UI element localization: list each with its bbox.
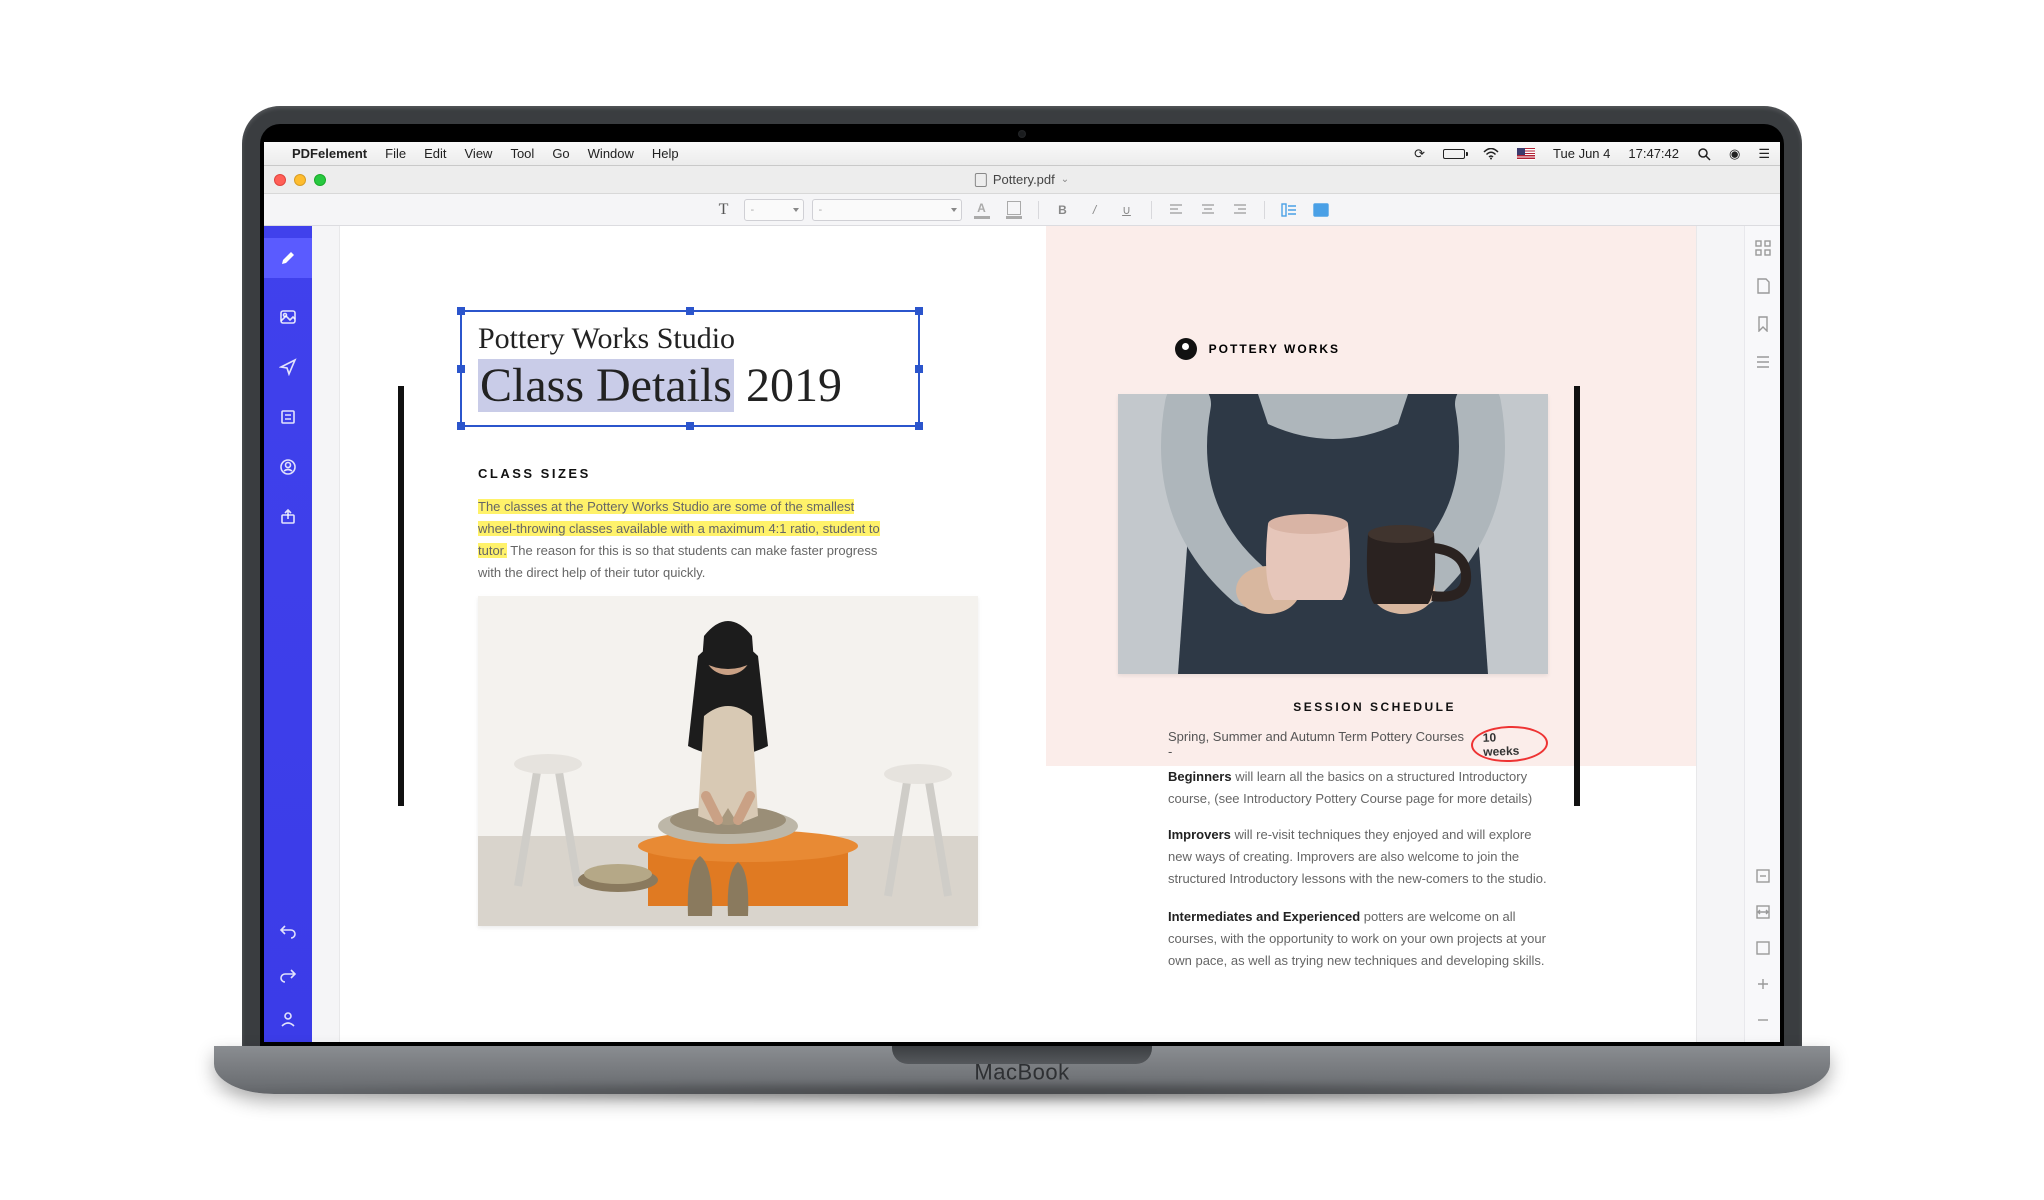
page-panel-button[interactable] <box>1755 278 1771 294</box>
underline-button[interactable]: ∪ <box>1115 198 1139 222</box>
macos-menubar: PDFelement File Edit View Tool Go Window… <box>264 142 1780 166</box>
edit-tool[interactable] <box>264 238 312 278</box>
align-center-button[interactable] <box>1196 198 1220 222</box>
redo-button[interactable] <box>277 964 299 986</box>
session-term-text: Spring, Summer and Autumn Term Pottery C… <box>1168 729 1471 759</box>
input-source-flag-icon[interactable] <box>1517 148 1535 160</box>
improvers-label: Improvers <box>1168 827 1231 842</box>
document-canvas[interactable]: Pottery Works Studio Class Details 2019 … <box>312 226 1744 1042</box>
highlight-color-button[interactable] <box>1002 198 1026 222</box>
menu-tool[interactable]: Tool <box>510 146 534 161</box>
format-toolbar: T - - A B / ∪ <box>264 194 1780 226</box>
menu-app-name[interactable]: PDFelement <box>292 146 367 161</box>
export-tool[interactable] <box>277 506 299 528</box>
menubar-date[interactable]: Tue Jun 4 <box>1553 146 1610 161</box>
macbook-screen: PDFelement File Edit View Tool Go Window… <box>264 142 1780 1042</box>
menu-file[interactable]: File <box>385 146 406 161</box>
paragraph-indent-button[interactable] <box>1277 198 1301 222</box>
window-titlebar: Pottery.pdf ⌄ <box>264 166 1780 194</box>
font-color-button[interactable]: A <box>970 198 994 222</box>
battery-icon[interactable] <box>1443 149 1465 159</box>
zoom-width-button[interactable] <box>1755 904 1771 920</box>
spotlight-icon[interactable] <box>1697 147 1711 161</box>
siri-icon[interactable]: ◉ <box>1729 146 1740 162</box>
class-sizes-paragraph: The classes at the Pottery Works Studio … <box>478 496 888 584</box>
menu-edit[interactable]: Edit <box>424 146 446 161</box>
zoom-in-button[interactable] <box>1755 976 1771 992</box>
title-text-box-selected[interactable]: Pottery Works Studio Class Details 2019 <box>460 310 920 427</box>
document-icon <box>975 173 987 187</box>
menu-help[interactable]: Help <box>652 146 679 161</box>
left-toolbar <box>264 226 312 1042</box>
wifi-icon[interactable] <box>1483 148 1499 160</box>
menubar-time[interactable]: 17:47:42 <box>1628 146 1679 161</box>
photo-pottery-wheel <box>478 596 978 926</box>
window-title: Pottery.pdf <box>993 172 1055 187</box>
sync-icon[interactable]: ⟳ <box>1414 146 1425 162</box>
text-tool-button[interactable]: T <box>712 198 736 222</box>
paragraph-block-button[interactable] <box>1309 198 1333 222</box>
menu-go[interactable]: Go <box>552 146 569 161</box>
align-right-button[interactable] <box>1228 198 1252 222</box>
pdf-page: Pottery Works Studio Class Details 2019 … <box>340 226 1696 1042</box>
title-highlighted-text: Class Details <box>478 359 734 412</box>
crop-mark-right <box>1574 386 1580 806</box>
advanced-label: Intermediates and Experienced <box>1168 909 1360 924</box>
window-minimize-button[interactable] <box>294 174 306 186</box>
document-title: Class Details 2019 <box>478 358 902 413</box>
form-tool[interactable] <box>277 406 299 428</box>
title-dropdown-icon[interactable]: ⌄ <box>1061 174 1069 185</box>
brand-logo-icon <box>1175 338 1197 360</box>
advanced-paragraph: Intermediates and Experienced potters ar… <box>1168 906 1548 972</box>
notifications-icon[interactable]: ☰ <box>1758 146 1770 162</box>
improvers-paragraph: Improvers will re-visit techniques they … <box>1168 824 1548 890</box>
crop-mark-left <box>398 386 404 806</box>
menu-view[interactable]: View <box>465 146 493 161</box>
menu-window[interactable]: Window <box>588 146 634 161</box>
bookmarks-panel-button[interactable] <box>1755 316 1771 332</box>
zoom-fit-button[interactable] <box>1755 868 1771 884</box>
protect-tool[interactable] <box>277 456 299 478</box>
window-maximize-button[interactable] <box>314 174 326 186</box>
bold-button[interactable]: B <box>1051 198 1075 222</box>
beginners-paragraph: Beginners will learn all the basics on a… <box>1168 766 1548 810</box>
font-family-select[interactable]: - <box>812 199 962 221</box>
undo-button[interactable] <box>277 920 299 942</box>
brand-block: POTTERY WORKS <box>1175 338 1340 360</box>
studio-name: Pottery Works Studio <box>478 322 902 356</box>
window-close-button[interactable] <box>274 174 286 186</box>
photo-mugs <box>1118 394 1548 674</box>
thumbnails-panel-button[interactable] <box>1755 240 1771 256</box>
font-size-select[interactable]: - <box>744 199 804 221</box>
title-year: 2019 <box>734 359 842 412</box>
zoom-actual-button[interactable] <box>1755 940 1771 956</box>
image-tool[interactable] <box>277 306 299 328</box>
brand-name: POTTERY WORKS <box>1209 342 1340 356</box>
user-button[interactable] <box>277 1008 299 1030</box>
align-left-button[interactable] <box>1164 198 1188 222</box>
italic-button[interactable]: / <box>1083 198 1107 222</box>
class-sizes-heading: CLASS SIZES <box>478 466 591 481</box>
duration-circled-annotation: 10 weeks <box>1471 725 1549 764</box>
session-schedule-heading: SESSION SCHEDULE <box>1293 700 1456 714</box>
right-panel-rail <box>1744 226 1780 1042</box>
send-tool[interactable] <box>277 356 299 378</box>
beginners-label: Beginners <box>1168 769 1232 784</box>
zoom-out-button[interactable] <box>1755 1012 1771 1028</box>
window-traffic-lights <box>274 174 326 186</box>
outline-panel-button[interactable] <box>1755 354 1771 370</box>
paragraph-rest: The reason for this is so that students … <box>478 543 877 580</box>
session-term-row: Spring, Summer and Autumn Term Pottery C… <box>1168 726 1548 762</box>
